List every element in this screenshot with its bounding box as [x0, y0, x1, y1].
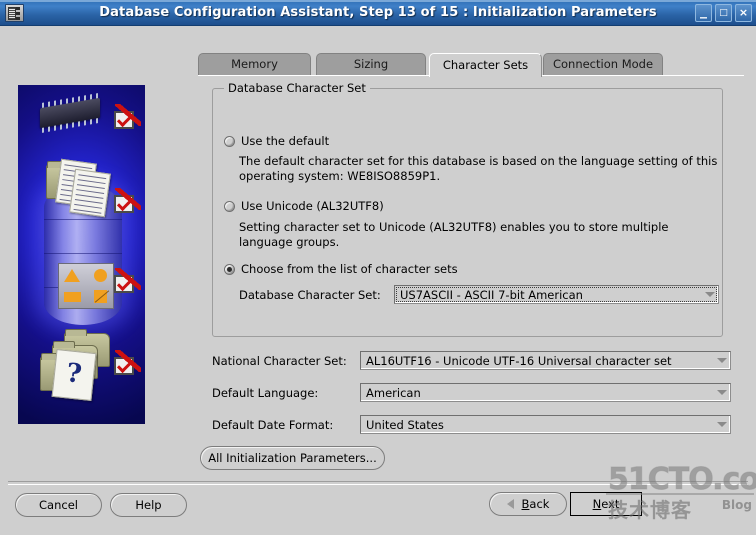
back-button-label: Back [521, 497, 550, 511]
back-button[interactable]: Back [489, 492, 567, 516]
national-character-set-value: AL16UTF16 - Unicode UTF-16 Universal cha… [366, 353, 672, 368]
use-the-default-description: The default character set for this datab… [239, 154, 718, 183]
tab-character-sets[interactable]: Character Sets [429, 53, 542, 77]
radio-label: Use Unicode (AL32UTF8) [241, 199, 384, 213]
default-language-select[interactable]: American [360, 383, 731, 402]
database-character-set-field: Database Character Set: US7ASCII - ASCII… [239, 285, 719, 304]
window-controls: _ □ × [695, 4, 752, 22]
next-button-label: Next [592, 497, 620, 511]
radio-choose-from-list[interactable]: Choose from the list of character sets [224, 262, 458, 276]
all-initialization-parameters-button[interactable]: All Initialization Parameters... [200, 446, 385, 470]
default-language-field: Default Language: American [212, 383, 731, 402]
maximize-button[interactable]: □ [715, 4, 732, 22]
documents-stack-icon: ? [38, 329, 114, 401]
radio-indicator [224, 200, 235, 212]
checkmark-icon-4 [114, 350, 141, 375]
database-wizard-illustration: ? [18, 85, 145, 424]
window-title: Database Configuration Assistant, Step 1… [99, 5, 657, 20]
back-button-rest: ack [529, 497, 550, 511]
database-character-set-select[interactable]: US7ASCII - ASCII 7-bit American [394, 285, 719, 304]
checkmark-icon-3 [114, 268, 141, 293]
radio-indicator-selected [224, 263, 235, 275]
checkmark-icon-2 [114, 188, 141, 213]
minimize-button[interactable]: _ [695, 4, 712, 22]
national-character-set-label: National Character Set: [212, 353, 347, 368]
checkmark-icon-1 [114, 104, 141, 129]
chevron-down-icon [714, 384, 730, 401]
chevron-left-icon [506, 499, 514, 509]
radio-indicator [224, 135, 235, 147]
minimize-icon: _ [700, 3, 707, 19]
help-button[interactable]: Help [110, 493, 187, 517]
footer-separator [8, 481, 748, 485]
default-language-label: Default Language: [212, 385, 319, 400]
tab-memory[interactable]: Memory [198, 53, 311, 75]
tab-connection-mode[interactable]: Connection Mode [543, 53, 663, 75]
default-date-format-field: Default Date Format: United States [212, 415, 731, 434]
national-character-set-field: National Character Set: AL16UTF16 - Unic… [212, 351, 731, 370]
maximize-icon: □ [719, 8, 728, 18]
close-icon: × [738, 6, 749, 19]
national-character-set-select[interactable]: AL16UTF16 - Unicode UTF-16 Universal cha… [360, 351, 731, 370]
use-unicode-description: Setting character set to Unicode (AL32UT… [239, 220, 669, 249]
default-language-value: American [366, 385, 421, 400]
tab-sizing[interactable]: Sizing [316, 53, 426, 75]
default-date-format-select[interactable]: United States [360, 415, 731, 434]
default-date-format-label: Default Date Format: [212, 417, 334, 432]
close-button[interactable]: × [735, 4, 752, 22]
database-character-set-value: US7ASCII - ASCII 7-bit American [400, 287, 583, 302]
cancel-button[interactable]: Cancel [15, 493, 102, 517]
radio-label: Use the default [241, 134, 330, 148]
chevron-down-icon [714, 352, 730, 369]
chevron-down-icon [714, 416, 730, 433]
group-title: Database Character Set [224, 81, 370, 95]
database-character-set-label: Database Character Set: [239, 287, 381, 302]
chevron-down-icon [702, 286, 718, 303]
schema-objects-icon [58, 263, 114, 309]
radio-use-the-default[interactable]: Use the default [224, 134, 329, 148]
memory-chip-icon [40, 97, 100, 129]
files-and-documents-icon [44, 157, 114, 218]
dialog-window: Database Configuration Assistant, Step 1… [0, 0, 756, 535]
radio-label: Choose from the list of character sets [241, 262, 458, 276]
next-button-rest: ext [601, 497, 620, 511]
question-mark-document-icon: ? [51, 349, 97, 401]
next-button[interactable]: Next [570, 492, 642, 516]
default-date-format-value: United States [366, 417, 444, 432]
watermark-tertiary: Blog [721, 498, 752, 512]
title-bar: Database Configuration Assistant, Step 1… [0, 0, 756, 26]
radio-use-unicode[interactable]: Use Unicode (AL32UTF8) [224, 199, 384, 213]
